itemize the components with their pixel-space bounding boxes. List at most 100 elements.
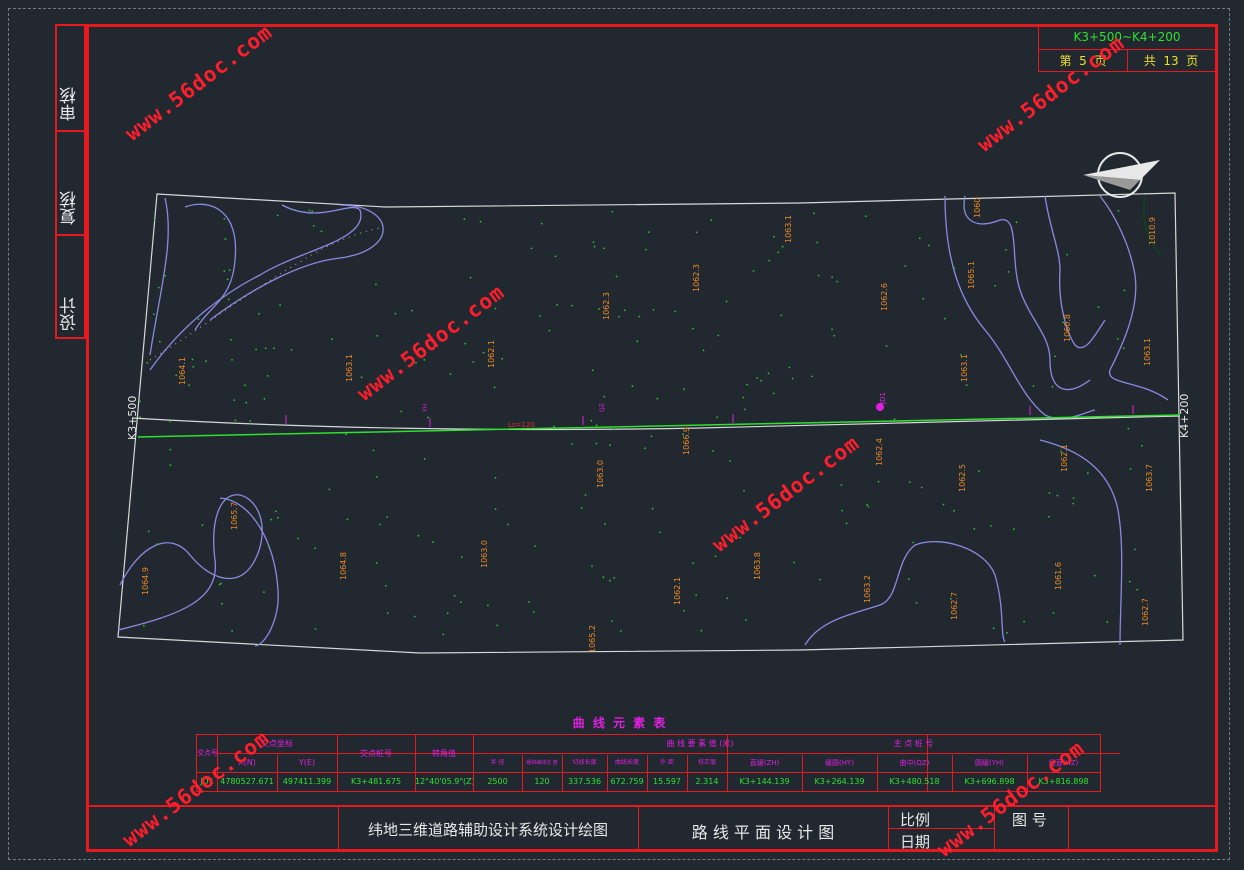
survey-point bbox=[609, 579, 611, 582]
survey-point bbox=[712, 450, 714, 452]
survey-point bbox=[1093, 574, 1096, 577]
cell-qz: K3+480.518 bbox=[889, 777, 940, 786]
survey-point bbox=[725, 300, 728, 303]
survey-point bbox=[528, 601, 530, 603]
survey-point bbox=[463, 218, 466, 221]
survey-point bbox=[345, 433, 347, 436]
survey-point bbox=[603, 247, 605, 250]
survey-point bbox=[139, 400, 141, 403]
survey-point bbox=[700, 629, 703, 632]
survey-point bbox=[918, 237, 921, 240]
survey-point bbox=[584, 494, 587, 496]
north-arrow-icon bbox=[1083, 152, 1160, 198]
elevation-label: 1062.7 bbox=[1141, 598, 1150, 626]
survey-point bbox=[231, 630, 234, 632]
elevation-label: 1063.8 bbox=[753, 552, 762, 580]
software-caption: 纬地三维道路辅助设计系统设计绘图 bbox=[367, 821, 608, 839]
survey-point bbox=[147, 530, 150, 533]
survey-point bbox=[714, 555, 717, 558]
survey-point bbox=[231, 359, 233, 361]
survey-point bbox=[1129, 468, 1132, 470]
survey-point bbox=[927, 244, 930, 247]
survey-point bbox=[494, 508, 497, 510]
survey-point bbox=[1048, 492, 1051, 494]
survey-point bbox=[191, 358, 194, 361]
survey-point bbox=[320, 230, 323, 233]
survey-point bbox=[464, 342, 467, 345]
header-station: 交点桩号 bbox=[360, 749, 392, 758]
survey-point bbox=[496, 624, 499, 627]
header-qz: 曲中(QZ) bbox=[899, 759, 930, 767]
survey-point bbox=[953, 267, 956, 269]
survey-point bbox=[604, 523, 606, 525]
survey-point bbox=[683, 609, 685, 612]
survey-point bbox=[378, 523, 381, 526]
survey-point bbox=[1122, 347, 1125, 349]
survey-point bbox=[312, 225, 315, 227]
survey-point bbox=[611, 620, 614, 622]
survey-point bbox=[656, 397, 659, 400]
survey-point bbox=[1032, 385, 1035, 387]
survey-point bbox=[915, 602, 918, 604]
survey-point bbox=[411, 309, 413, 312]
cell-length: 672.759 bbox=[610, 777, 644, 786]
survey-point bbox=[1066, 253, 1069, 256]
survey-point bbox=[1106, 621, 1109, 624]
survey-point bbox=[645, 248, 647, 251]
survey-point bbox=[442, 633, 445, 636]
survey-point bbox=[556, 304, 558, 306]
header-tangent: 切线长度 bbox=[572, 759, 597, 766]
survey-point bbox=[990, 525, 992, 527]
survey-point bbox=[375, 476, 378, 478]
survey-point bbox=[1087, 472, 1089, 475]
survey-point bbox=[1052, 612, 1055, 614]
survey-point bbox=[920, 486, 923, 489]
survey-point bbox=[290, 349, 293, 351]
survey-point bbox=[836, 280, 839, 283]
survey-point bbox=[233, 399, 236, 401]
survey-point bbox=[912, 541, 914, 544]
header-length: 曲线长度 bbox=[614, 759, 639, 766]
survey-point bbox=[893, 418, 896, 420]
survey-point bbox=[817, 274, 820, 277]
survey-point bbox=[819, 578, 821, 581]
survey-point bbox=[602, 576, 605, 579]
survey-point bbox=[538, 315, 541, 317]
survey-point bbox=[772, 392, 775, 395]
survey-point bbox=[717, 334, 720, 337]
survey-point bbox=[453, 594, 456, 597]
survey-point bbox=[591, 565, 593, 568]
elevation-label: 1060 bbox=[973, 198, 982, 218]
survey-point bbox=[264, 347, 267, 350]
survey-point bbox=[1128, 580, 1131, 583]
survey-point bbox=[532, 611, 535, 613]
cell-zh: K3+144.139 bbox=[739, 777, 790, 786]
survey-point bbox=[1007, 271, 1010, 273]
survey-point bbox=[273, 347, 275, 350]
survey-point bbox=[540, 222, 543, 225]
survey-point bbox=[1123, 289, 1126, 292]
survey-point bbox=[372, 449, 375, 452]
survey-point bbox=[683, 388, 685, 391]
elevation-label: 1010.9 bbox=[1148, 217, 1157, 245]
survey-point bbox=[644, 447, 646, 450]
survey-point bbox=[479, 220, 482, 223]
survey-point bbox=[793, 561, 796, 564]
survey-point bbox=[777, 251, 780, 254]
survey-point bbox=[866, 503, 868, 506]
survey-point bbox=[152, 313, 155, 316]
jd-label: JD1 bbox=[879, 392, 887, 405]
cell-external: 15.597 bbox=[653, 777, 681, 786]
survey-point bbox=[234, 419, 237, 422]
survey-point bbox=[831, 328, 833, 331]
header-hy: 缓圆(HY) bbox=[824, 759, 854, 767]
elevation-label: 1063.0 bbox=[596, 460, 605, 488]
survey-point bbox=[864, 215, 867, 218]
station-end: K4+200 bbox=[1178, 394, 1191, 438]
survey-point bbox=[1117, 209, 1120, 212]
survey-point bbox=[197, 318, 200, 320]
cell-y: 497411.399 bbox=[282, 777, 332, 786]
survey-point bbox=[638, 315, 641, 318]
survey-point bbox=[1006, 631, 1008, 634]
survey-point bbox=[469, 276, 472, 279]
